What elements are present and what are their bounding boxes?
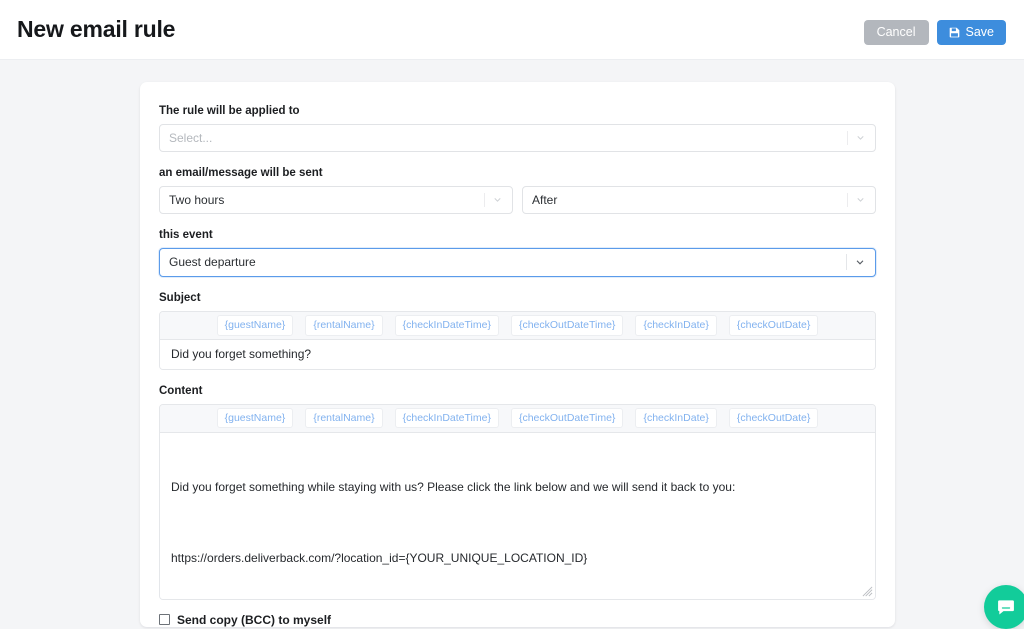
timing-direction-value: After [532, 193, 847, 207]
chat-bubble-icon [996, 597, 1016, 617]
event-label: this event [159, 228, 876, 243]
token-chip-rentalname[interactable]: {rentalName} [305, 408, 382, 429]
applied-to-indicator [847, 125, 866, 151]
content-line-1: Did you forget something while staying w… [171, 479, 864, 496]
bcc-checkbox[interactable] [159, 614, 170, 625]
chevron-down-icon [492, 194, 503, 205]
token-chip-checkindatetime[interactable]: {checkInDateTime} [395, 315, 499, 336]
subject-composer: {guestName} {rentalName} {checkInDateTim… [159, 311, 876, 370]
save-button[interactable]: Save [937, 20, 1007, 45]
select-divider [846, 254, 847, 270]
chevron-down-icon [855, 194, 866, 205]
subject-token-bar: {guestName} {rentalName} {checkInDateTim… [160, 312, 875, 340]
save-button-label: Save [966, 26, 995, 39]
header-actions: Cancel Save [864, 20, 1006, 45]
token-chip-checkindatetime[interactable]: {checkInDateTime} [395, 408, 499, 429]
chevron-down-icon [855, 132, 866, 143]
timing-direction-select[interactable]: After [522, 186, 876, 214]
token-chip-checkoutdatetime[interactable]: {checkOutDateTime} [511, 315, 624, 336]
rule-form-card: The rule will be applied to Select... an… [140, 82, 895, 627]
save-icon [949, 27, 960, 38]
token-chip-guestname[interactable]: {guestName} [217, 408, 294, 429]
bcc-checkbox-row[interactable]: Send copy (BCC) to myself [159, 614, 876, 626]
timing-label: an email/message will be sent [159, 166, 876, 181]
cancel-button-label: Cancel [877, 26, 916, 39]
page-header: New email rule Cancel Save [0, 0, 1024, 60]
textarea-resize-handle[interactable] [862, 586, 873, 597]
token-chip-checkindate[interactable]: {checkInDate} [635, 315, 716, 336]
token-chip-rentalname[interactable]: {rentalName} [305, 315, 382, 336]
chat-widget-button[interactable] [984, 585, 1024, 629]
page-title: New email rule [17, 18, 175, 41]
chevron-down-icon [854, 256, 866, 268]
content-token-bar: {guestName} {rentalName} {checkInDateTim… [160, 405, 875, 433]
timing-direction-indicator [847, 187, 866, 213]
select-divider [847, 131, 848, 145]
timing-offset-select[interactable]: Two hours [159, 186, 513, 214]
cancel-button[interactable]: Cancel [864, 20, 929, 45]
applied-to-value: Select... [169, 131, 847, 145]
content-label: Content [159, 384, 876, 399]
content-composer: {guestName} {rentalName} {checkInDateTim… [159, 404, 876, 600]
bcc-checkbox-label: Send copy (BCC) to myself [177, 614, 331, 626]
content-textarea[interactable]: Did you forget something while staying w… [160, 433, 875, 599]
timing-offset-value: Two hours [169, 193, 484, 207]
token-chip-checkindate[interactable]: {checkInDate} [635, 408, 716, 429]
select-divider [847, 193, 848, 207]
token-chip-checkoutdate[interactable]: {checkOutDate} [729, 315, 819, 336]
token-chip-guestname[interactable]: {guestName} [217, 315, 294, 336]
timing-offset-indicator [484, 187, 503, 213]
event-select[interactable]: Guest departure [159, 248, 876, 277]
applied-to-select[interactable]: Select... [159, 124, 876, 152]
event-indicator [846, 249, 866, 276]
token-chip-checkoutdate[interactable]: {checkOutDate} [729, 408, 819, 429]
select-divider [484, 193, 485, 207]
content-line-2: https://orders.deliverback.com/?location… [171, 550, 864, 567]
applied-to-label: The rule will be applied to [159, 104, 876, 119]
timing-row: Two hours After [159, 186, 876, 214]
subject-input[interactable]: Did you forget something? [160, 340, 875, 369]
token-chip-checkoutdatetime[interactable]: {checkOutDateTime} [511, 408, 624, 429]
subject-label: Subject [159, 291, 876, 306]
event-value: Guest departure [169, 255, 846, 269]
